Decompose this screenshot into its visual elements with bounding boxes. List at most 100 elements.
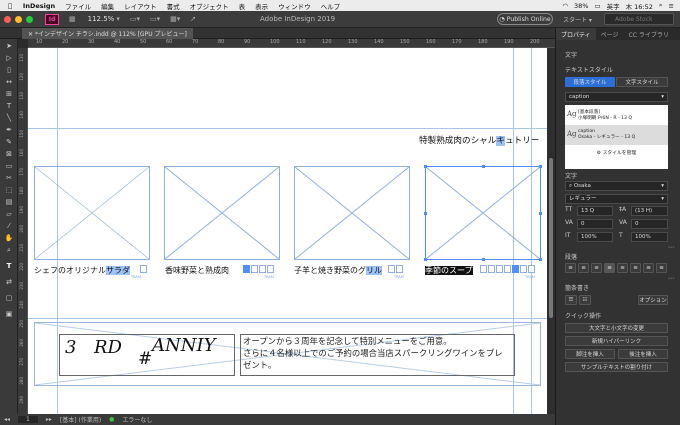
font-size-field[interactable]: 13 Q [577, 206, 613, 216]
new-hyperlink-button[interactable]: 新規ハイパーリンク [565, 336, 668, 346]
image-placeholder-frame[interactable] [294, 166, 410, 260]
menu-table[interactable]: 表 [234, 1, 251, 11]
zoom-dropdown-icon[interactable]: ▾ [116, 15, 120, 23]
justify-right-icon[interactable]: ≡ [630, 263, 641, 273]
content-collector-icon[interactable]: ⊞ [3, 89, 15, 99]
resize-handle[interactable] [539, 212, 542, 215]
control-center-icon[interactable]: ≡ [669, 2, 674, 10]
caption-text[interactable]: 香味野菜と熟成肉 [165, 265, 229, 276]
note-tool-icon[interactable]: ▱ [3, 209, 15, 219]
spotlight-icon[interactable]: ⌕ [659, 1, 663, 10]
menu-layout[interactable]: レイアウト [119, 1, 162, 11]
direct-selection-tool-icon[interactable]: ▷ [3, 53, 15, 63]
style-dropdown[interactable]: caption ▾ [565, 92, 668, 102]
arrange-docs-icon[interactable]: ▦▾ [170, 15, 180, 23]
preflight-status[interactable]: エラーなし [122, 415, 152, 424]
menu-help[interactable]: ヘルプ [316, 1, 346, 11]
style-item-selected[interactable]: Ag caption Osaka - レギュラー - 13 Q [565, 125, 668, 145]
screen-mode-icon[interactable]: ▭▾ [150, 15, 160, 23]
page-number-field[interactable]: 1 [18, 416, 38, 423]
publish-online-button[interactable]: ◔ Publish Online [497, 13, 553, 25]
insert-endnote-button[interactable]: 後注を挿入 [618, 349, 668, 359]
workspace-switcher[interactable]: スタート ▾ [563, 15, 592, 24]
rectangle-frame-tool-icon[interactable]: ⊠ [3, 149, 15, 159]
caption-text[interactable]: シェフのオリジナルサラダ [34, 265, 130, 276]
close-window-icon[interactable] [4, 15, 11, 23]
resize-handle[interactable] [539, 165, 542, 168]
body-text-frame[interactable]: オープンから３周年を記念して特別メニューをご用意。 さらに４名様以上でのご予約の… [240, 334, 515, 376]
image-placeholder-frame[interactable] [34, 166, 150, 260]
insert-footnote-button[interactable]: 脚注を挿入 [565, 349, 615, 359]
vertical-ruler[interactable]: 110 120 130 140 150 160 170 180 190 200 210 220 230 2… [18, 48, 28, 414]
image-placeholder-frame[interactable] [164, 166, 280, 260]
resize-handle[interactable] [482, 258, 485, 261]
resize-handle[interactable] [482, 165, 485, 168]
view-options-icon[interactable]: ▭▾ [130, 15, 140, 23]
paragraph-style-button[interactable]: 段落スタイル [565, 77, 615, 87]
align-center-icon[interactable]: ≡ [578, 263, 589, 273]
free-transform-tool-icon[interactable]: ⬚ [3, 185, 15, 195]
apple-icon[interactable]:  [0, 2, 18, 10]
battery-icon[interactable]: ▭ [594, 2, 600, 10]
align-right-icon[interactable]: ≡ [591, 263, 602, 273]
line-tool-icon[interactable]: ╲ [3, 113, 15, 123]
clock[interactable]: 木 16:52 [626, 1, 653, 11]
tracking-field[interactable]: 0 [631, 219, 668, 229]
change-case-button[interactable]: 大文字と小文字の変更 [565, 323, 668, 333]
numbered-list-icon[interactable]: ☷ [579, 295, 591, 305]
font-style-field[interactable]: レギュラー ▾ [565, 194, 668, 204]
swap-color-icon[interactable]: ⇄ [3, 277, 15, 287]
caption-text[interactable]: 子羊と焼き野菜のグリル [294, 265, 382, 276]
character-style-button[interactable]: 文字スタイル [616, 77, 668, 87]
formatting-affects-icon[interactable]: ▢ [3, 293, 15, 303]
minimize-window-icon[interactable] [15, 15, 22, 23]
document-tab[interactable]: ✕ *インデザイン チラシ.indd @ 112% [GPU プレビュー] [22, 28, 193, 39]
pen-tool-icon[interactable]: ✒ [3, 125, 15, 135]
tab-cc-libraries[interactable]: CC ライブラリ [624, 28, 674, 40]
next-page-icon[interactable]: ▸▸ [46, 416, 52, 423]
caption-text-selected[interactable]: 季節のスープ [425, 265, 473, 276]
type-tool-icon[interactable]: T [3, 101, 15, 111]
page-tool-icon[interactable]: ▯ [3, 65, 15, 75]
more-options-icon[interactable]: ⋯ [668, 244, 674, 251]
align-spine-icon[interactable]: ≡ [656, 263, 667, 273]
justify-center-icon[interactable]: ≡ [617, 263, 628, 273]
battery-percent[interactable]: 38% [574, 2, 588, 10]
horizontal-scale-field[interactable]: 100% [631, 232, 668, 242]
options-button[interactable]: オプション [638, 295, 668, 305]
justify-left-icon[interactable]: ≡ [604, 263, 615, 273]
menu-file[interactable]: ファイル [60, 1, 96, 11]
fill-stroke-icon[interactable]: T [3, 261, 15, 271]
style-item[interactable]: Ag [基本段落] 小塚明朝 Pr6N - R - 13 Q [565, 105, 668, 125]
menu-object[interactable]: オブジェクト [185, 1, 234, 11]
pencil-tool-icon[interactable]: ✎ [3, 137, 15, 147]
align-left-icon[interactable]: ≡ [565, 263, 576, 273]
eyedropper-tool-icon[interactable]: ⁄ [3, 221, 15, 231]
input-source[interactable]: 英字 [607, 1, 620, 11]
selection-tool-icon[interactable]: ➤ [3, 41, 15, 51]
menu-window[interactable]: ウィンドウ [273, 1, 316, 11]
resize-handle[interactable] [424, 258, 427, 261]
more-options-icon[interactable]: ⋯ [668, 275, 674, 282]
headline-text[interactable]: 特製熟成肉のシャルキュトリー [419, 134, 539, 146]
horizontal-ruler[interactable]: 10 20 30 40 50 60 70 80 90 100 110 120 130 140 150 160 1… [28, 39, 555, 48]
bullet-list-icon[interactable]: ☰ [565, 295, 577, 305]
gradient-tool-icon[interactable]: ▤ [3, 197, 15, 207]
menu-edit[interactable]: 編集 [96, 1, 119, 11]
send-icon[interactable]: ➚ [190, 15, 196, 23]
manage-styles-link[interactable]: ⚙ スタイルを管理 [565, 149, 668, 156]
document-canvas[interactable]: 特製熟成肉のシャルキュトリー シェフのオリジナルサラダ TRAM 香味野菜と熟成… [28, 48, 547, 414]
adobe-stock-search[interactable]: Adobe Stock [604, 13, 674, 25]
kerning-field[interactable]: 0 [577, 219, 613, 229]
gap-tool-icon[interactable]: ↔ [3, 77, 15, 87]
selected-image-frame[interactable] [425, 166, 541, 260]
wifi-icon[interactable]: ◠ [562, 2, 568, 10]
resize-handle[interactable] [424, 165, 427, 168]
scrollbar-thumb[interactable] [549, 158, 553, 318]
first-page-icon[interactable]: ◂◂ [4, 416, 10, 423]
anniversary-title-frame[interactable]: 3 RD # ANNIY [59, 334, 235, 376]
scissors-tool-icon[interactable]: ✂ [3, 173, 15, 183]
rectangle-tool-icon[interactable]: ▭ [3, 161, 15, 171]
menu-type[interactable]: 書式 [162, 1, 185, 11]
tab-pages[interactable]: ページ [596, 28, 624, 40]
